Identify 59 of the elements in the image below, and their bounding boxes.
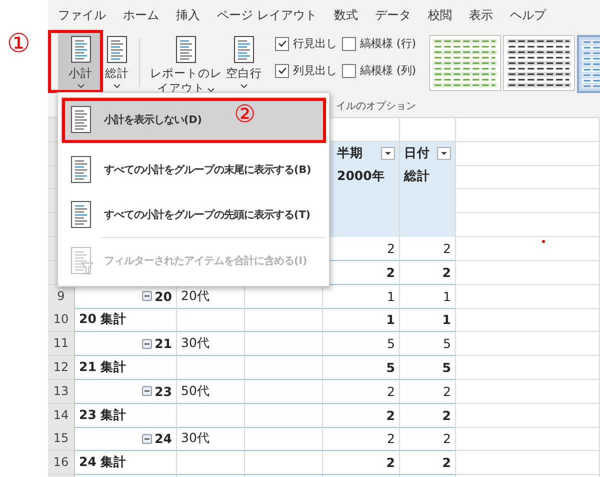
- ribbon-tab[interactable]: ヘルプ: [510, 6, 546, 24]
- menu-item[interactable]: すべての小計をグループの末尾に表示する(B): [61, 147, 326, 192]
- ribbon-tab[interactable]: データ: [374, 6, 411, 24]
- table-cell: 2: [400, 427, 456, 452]
- table-cell: 20 集計: [75, 308, 177, 332]
- checkbox-label[interactable]: 行見出し: [293, 36, 337, 51]
- table-cell: 30代: [177, 332, 245, 356]
- table-cell: 21 集計: [75, 356, 177, 380]
- menu-item[interactable]: すべての小計をグループの先頭に表示する(T): [61, 192, 326, 237]
- row-number: 9: [48, 284, 75, 309]
- table-cell: 5: [400, 332, 456, 356]
- ribbon-tab[interactable]: ページ レイアウト: [217, 6, 317, 24]
- column-header: 半期: [337, 144, 363, 162]
- checkbox-label[interactable]: 縞模様 (列): [360, 63, 416, 78]
- table-cell: 50代: [177, 380, 245, 404]
- row-label: 21: [154, 336, 172, 352]
- table-cell: 5: [400, 356, 456, 380]
- table-cell: 2: [400, 380, 456, 404]
- row-number: 14: [48, 404, 75, 428]
- ribbon-tab[interactable]: 校閲: [428, 6, 452, 24]
- table-cell: 2: [323, 380, 400, 404]
- table-cell: 2: [400, 451, 456, 476]
- table-cell: 2: [323, 427, 400, 452]
- table-cell: 1: [323, 308, 400, 332]
- column-header: 日付: [404, 144, 430, 162]
- table-cell: 2: [400, 260, 456, 285]
- ribbon-tab[interactable]: 表示: [468, 6, 493, 24]
- table-cell: 24 集計: [75, 451, 177, 476]
- table-cell: 2: [323, 404, 400, 428]
- row-number: 16: [48, 451, 75, 476]
- ribbon-tab[interactable]: 挿入: [176, 6, 200, 24]
- ribbon-tab[interactable]: ファイル: [58, 6, 106, 24]
- row-number: 10: [48, 308, 75, 332]
- table-cell: 2: [400, 404, 456, 428]
- table-cell: 5: [323, 356, 400, 380]
- table-cell: 2: [323, 451, 400, 476]
- row-label: 24: [154, 431, 172, 446]
- row-number: 11: [48, 332, 75, 356]
- table-cell: 30代: [177, 427, 245, 452]
- table-cell: 23 集計: [75, 404, 177, 428]
- checkbox-label[interactable]: 列見出し: [293, 63, 337, 78]
- row-number: 12: [48, 356, 75, 380]
- step-number: ②: [234, 102, 256, 126]
- ribbon-tab[interactable]: 数式: [334, 6, 358, 24]
- step-number: ①: [7, 31, 30, 57]
- header-cell: 総計: [400, 166, 456, 190]
- row-label: 20: [154, 288, 172, 304]
- table-cell: 1: [400, 284, 456, 309]
- ribbon-button[interactable]: 空白行: [224, 33, 264, 94]
- checkbox-label[interactable]: 縞模様 (行): [360, 36, 416, 51]
- table-cell: 1: [400, 308, 456, 332]
- row-number: 13: [48, 380, 75, 404]
- table-cell: 2: [400, 236, 456, 261]
- table-cell: 5: [323, 332, 400, 356]
- ribbon-button[interactable]: 総計: [103, 33, 131, 94]
- row-number: 15: [48, 427, 75, 452]
- group-label: イルのオプション: [336, 100, 416, 113]
- ribbon-tab[interactable]: ホーム: [123, 6, 159, 24]
- row-label: 23: [154, 384, 172, 399]
